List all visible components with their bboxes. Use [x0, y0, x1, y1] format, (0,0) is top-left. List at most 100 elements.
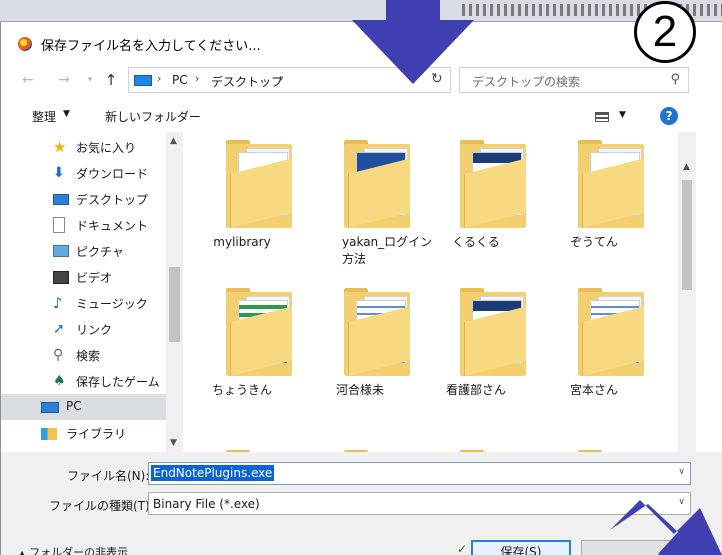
organize-button[interactable]: 整理 — [32, 108, 56, 125]
breadcrumb-pc[interactable]: PC — [172, 73, 188, 87]
scroll-up-chevron-icon[interactable]: ▲ — [170, 136, 177, 146]
sidebar-item-label: ビデオ — [76, 271, 113, 285]
sidebar-item-label: ダウンロード — [76, 167, 149, 181]
folder-tile[interactable]: yakan_ログイン方法 — [302, 132, 432, 266]
sidebar-item-label: ミュージック — [76, 297, 148, 311]
scroll-up-chevron-icon[interactable]: ▲ — [683, 162, 690, 172]
sidebar-item-videos[interactable]: ビデオ — [1, 264, 166, 290]
download-icon: ⬇ — [53, 165, 65, 181]
folder-icon — [578, 288, 644, 376]
folder-name: ちょうきん — [211, 383, 272, 397]
document-icon — [53, 217, 65, 233]
folder-name: 河合様未 — [335, 383, 384, 397]
sidebar-item-music[interactable]: ♪ ミュージック — [1, 290, 166, 316]
folder-tile[interactable]: 看護部さん — [418, 280, 534, 410]
sidebar-item-label: リンク — [76, 323, 113, 337]
desktop-icon — [53, 194, 69, 205]
filetype-label: ファイルの種類(T): — [49, 499, 154, 513]
sidebar-item-downloads[interactable]: ⬇ ダウンロード — [1, 160, 166, 186]
folder-tile[interactable]: ちょうきん — [184, 280, 300, 410]
sidebar-item-pictures[interactable]: ピクチャ — [1, 238, 166, 264]
sidebar-item-label: ドキュメント — [76, 219, 149, 233]
view-options-icon[interactable] — [595, 112, 609, 122]
folder-icon — [226, 140, 292, 228]
sidebar-item-pc[interactable]: PC — [1, 394, 166, 420]
folder-name: くるくる — [452, 235, 500, 249]
save-button[interactable]: 保存(S) — [471, 540, 571, 555]
folder-name: mylibrary — [213, 235, 271, 249]
game-icon: ♠ — [53, 373, 66, 389]
folder-tile[interactable]: 宮本さん — [536, 280, 652, 410]
new-folder-button[interactable]: 新しいフォルダー — [105, 108, 201, 125]
sidebar-item-label: デスクトップ — [76, 193, 149, 207]
folder-tile[interactable]: 河合様未 — [302, 280, 418, 410]
search-placeholder: デスクトップの検索 — [472, 75, 581, 89]
search-icon: ⚲ — [53, 347, 64, 363]
folder-name: 宮本さん — [569, 383, 618, 397]
library-icon — [41, 428, 57, 440]
filename-field[interactable]: EndNotePlugins.exe ∨ — [148, 462, 691, 485]
view-options-chevron-icon[interactable]: ▼ — [619, 110, 626, 120]
organize-chevron-icon[interactable]: ▼ — [63, 109, 70, 119]
help-icon[interactable]: ? — [660, 107, 678, 125]
magnifier-icon[interactable]: ⚲ — [670, 72, 680, 87]
sidebar-item-favorites[interactable]: ★ お気に入り — [1, 134, 166, 160]
navigation-pane: ★ お気に入り ⬇ ダウンロード デスクトップ ドキュメント ピクチャ ビデオ … — [1, 132, 183, 452]
folder-tile[interactable]: mylibrary — [184, 132, 300, 262]
sidebar-scrollbar[interactable]: ▲ ▼ — [166, 132, 183, 452]
pc-icon — [134, 75, 152, 86]
hide-folders-label: フォルダーの非表示 — [29, 546, 129, 555]
scrollbar-thumb[interactable] — [682, 180, 692, 290]
firefox-icon — [18, 37, 32, 51]
dialog-title: 保存ファイル名を入力してください... — [41, 39, 261, 54]
sidebar-item-saved-games[interactable]: ♠ 保存したゲーム — [1, 368, 166, 394]
save-file-dialog: 保存ファイル名を入力してください... ← → ▾ ↑ › PC › デスクトッ… — [0, 22, 722, 555]
sidebar-item-libraries[interactable]: ライブラリ — [1, 420, 166, 446]
sidebar-item-links[interactable]: ➚ リンク — [1, 316, 166, 342]
filename-value[interactable]: EndNotePlugins.exe — [151, 465, 275, 481]
music-icon: ♪ — [53, 294, 63, 312]
sidebar-item-documents[interactable]: ドキュメント — [1, 212, 166, 238]
sidebar-item-label: ライブラリ — [66, 427, 127, 441]
search-box[interactable]: デスクトップの検索 ⚲ — [459, 67, 689, 93]
sidebar-item-label: 検索 — [76, 349, 101, 363]
sidebar-item-label: PC — [66, 399, 82, 413]
folder-icon — [344, 288, 410, 376]
scroll-down-chevron-icon[interactable]: ▼ — [170, 438, 177, 448]
up-arrow-icon[interactable]: ↑ — [102, 71, 120, 89]
pictures-icon — [53, 245, 69, 257]
pc-icon — [41, 402, 59, 413]
breadcrumb-separator[interactable]: › — [195, 72, 199, 85]
folder-icon — [460, 140, 526, 228]
folder-tile[interactable]: くるくる — [418, 132, 534, 262]
sidebar-item-searches[interactable]: ⚲ 検索 — [1, 342, 166, 368]
command-toolbar: 整理 ▼ 新しいフォルダー ▼ ? — [1, 98, 722, 132]
breadcrumb-separator[interactable]: › — [279, 72, 283, 85]
breadcrumb-desktop[interactable]: デスクトップ — [211, 73, 283, 90]
link-icon: ➚ — [53, 321, 65, 337]
folder-icon — [226, 288, 292, 376]
file-list: mylibrary yakan_ログイン方法 くるくる ぞうてん ちょうきん 河… — [184, 132, 678, 472]
collapse-triangle-icon: ▲ — [19, 549, 26, 555]
video-icon — [53, 271, 69, 284]
scrollbar-thumb[interactable] — [169, 267, 180, 342]
recent-locations-chevron-icon[interactable]: ▾ — [81, 71, 99, 89]
star-icon: ★ — [53, 138, 67, 156]
folder-name: 看護部さん — [445, 383, 506, 397]
down-arrow-annotation-icon — [352, 0, 474, 84]
filetype-value: Binary File (*.exe) — [153, 497, 260, 511]
filename-dropdown-chevron-icon[interactable]: ∨ — [678, 467, 685, 477]
step-number-badge: 2 — [634, 1, 696, 63]
hide-folders-toggle[interactable]: ▲ フォルダーの非表示 — [19, 544, 128, 555]
folder-icon — [344, 140, 410, 228]
folder-icon — [460, 288, 526, 376]
forward-arrow-icon[interactable]: → — [55, 71, 73, 89]
sidebar-item-desktop[interactable]: デスクトップ — [1, 186, 166, 212]
folder-name: ぞうてん — [569, 235, 618, 249]
back-arrow-icon[interactable]: ← — [19, 71, 37, 89]
breadcrumb-separator[interactable]: › — [157, 72, 161, 85]
filename-label: ファイル名(N): — [67, 469, 150, 483]
sidebar-item-label: 保存したゲーム — [76, 375, 160, 389]
file-list-scrollbar[interactable]: ▲ ▼ — [678, 132, 696, 472]
folder-tile[interactable]: ぞうてん — [536, 132, 652, 262]
